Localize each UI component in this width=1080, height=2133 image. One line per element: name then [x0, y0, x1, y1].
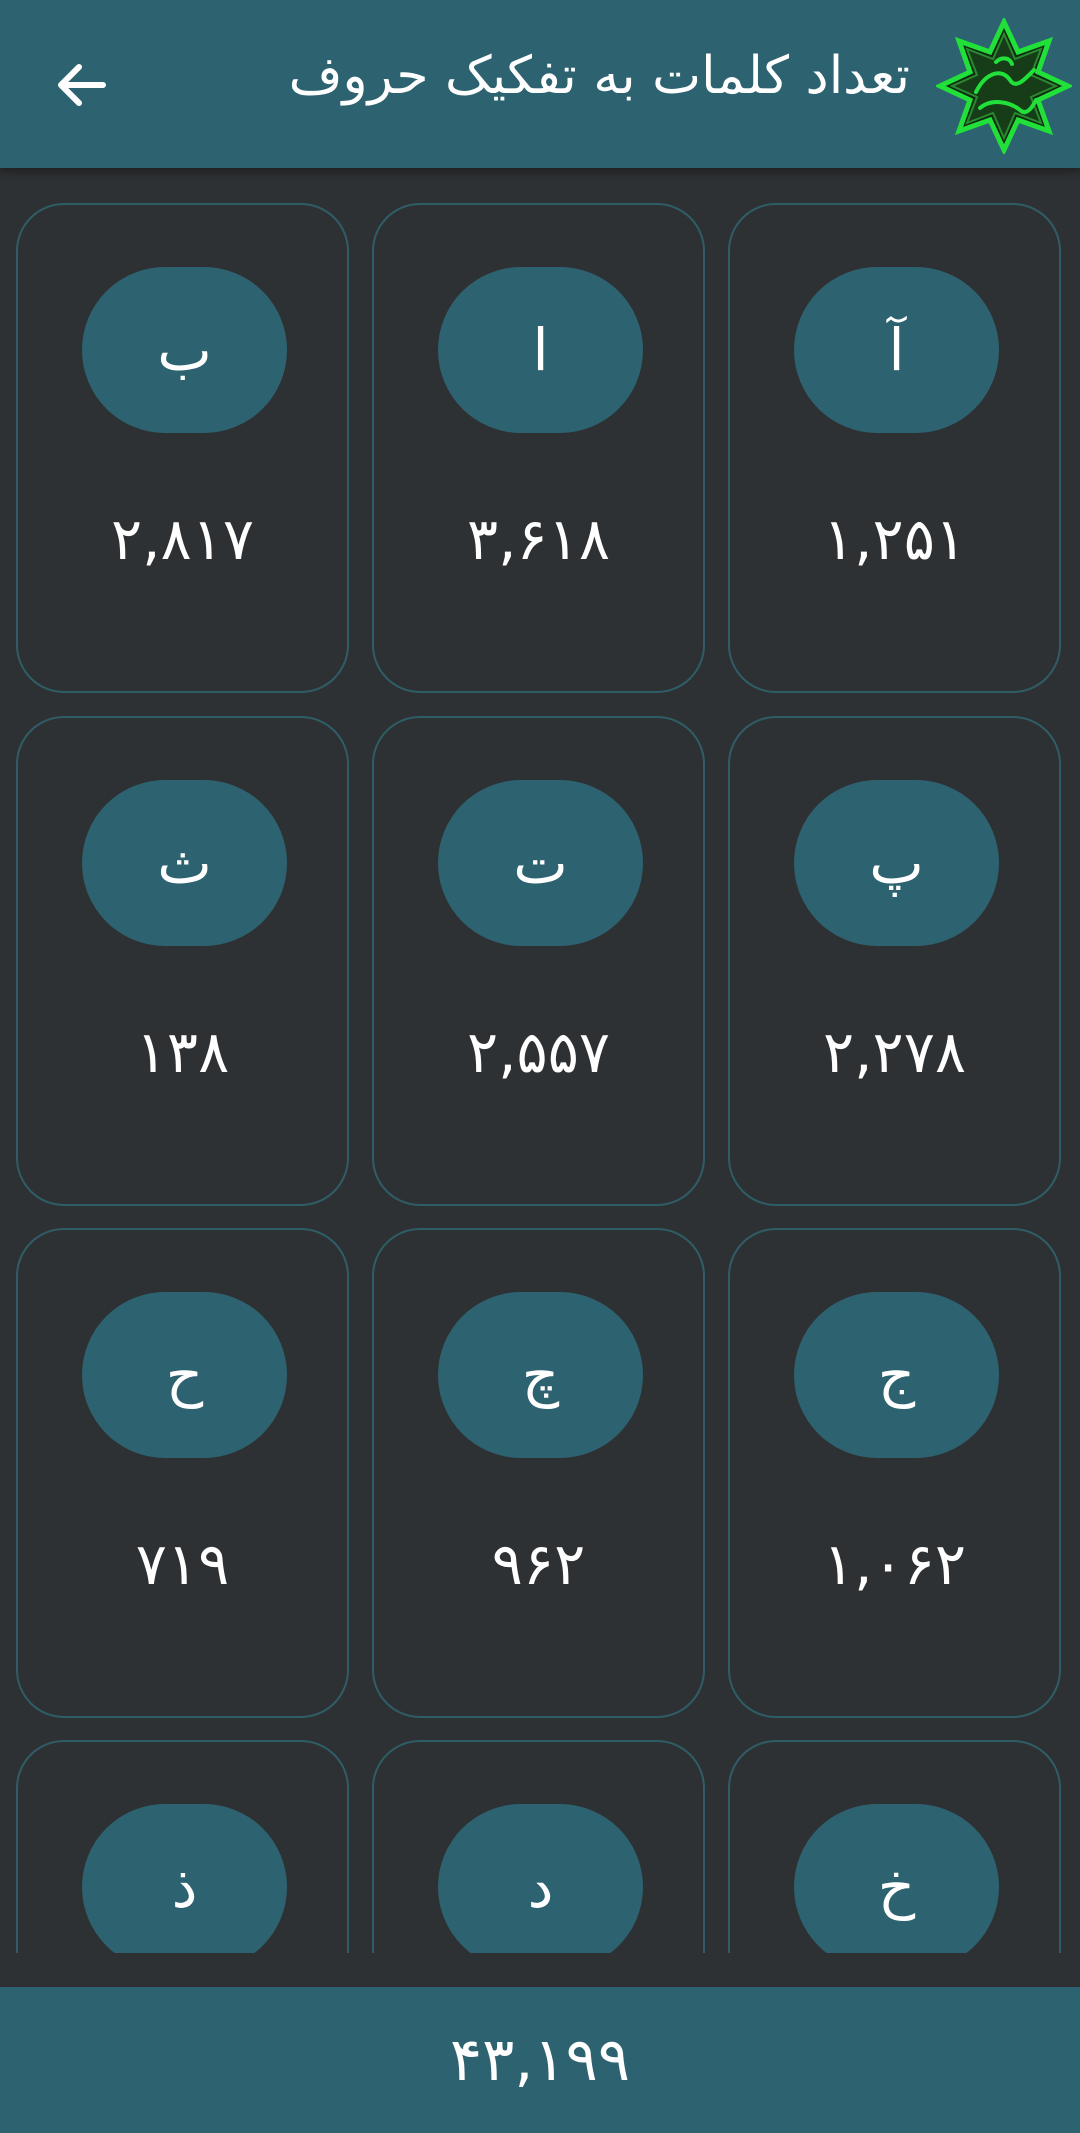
- letter-pill: خ: [794, 1804, 999, 1953]
- letter-pill: ث: [82, 780, 287, 946]
- page-title: تعداد کلمات به تفکیک حروف: [288, 46, 910, 106]
- arrow-left-icon: [58, 64, 106, 106]
- word-count: ۱,۰۶۲: [822, 1530, 967, 1598]
- letter-pill: ا: [438, 267, 643, 433]
- letter-card[interactable]: خ: [728, 1740, 1061, 1953]
- letter-card[interactable]: د: [372, 1740, 705, 1953]
- letter-card[interactable]: ث ۱۳۸: [16, 716, 349, 1206]
- letter-pill: ج: [794, 1292, 999, 1458]
- letter-card[interactable]: ت ۲,۵۵۷: [372, 716, 705, 1206]
- word-count: ۲,۲۷۸: [822, 1018, 967, 1086]
- letter-pill: پ: [794, 780, 999, 946]
- letter-pill: د: [438, 1804, 643, 1953]
- letter-card[interactable]: چ ۹۶۲: [372, 1228, 705, 1718]
- word-count: ۲,۸۱۷: [110, 505, 255, 573]
- total-bar: ۴۳,۱۹۹: [0, 1987, 1080, 2133]
- letter-card[interactable]: ح ۷۱۹: [16, 1228, 349, 1718]
- letter-card[interactable]: ذ: [16, 1740, 349, 1953]
- word-count: ۷۱۹: [135, 1530, 230, 1598]
- word-count: ۱۳۸: [135, 1018, 230, 1086]
- app-bar: تعداد کلمات به تفکیک حروف: [0, 0, 1080, 168]
- letter-pill: ت: [438, 780, 643, 946]
- letter-card[interactable]: ب ۲,۸۱۷: [16, 203, 349, 693]
- letter-pill: آ: [794, 267, 999, 433]
- word-count: ۳,۶۱۸: [466, 505, 611, 573]
- letter-pill: ب: [82, 267, 287, 433]
- word-count: ۹۶۲: [491, 1530, 586, 1598]
- letter-pill: چ: [438, 1292, 643, 1458]
- letter-pill: ح: [82, 1292, 287, 1458]
- word-count: ۱,۲۵۱: [822, 505, 967, 573]
- letter-card[interactable]: پ ۲,۲۷۸: [728, 716, 1061, 1206]
- letters-grid-viewport[interactable]: آ ۱,۲۵۱ ا ۳,۶۱۸ ب ۲,۸۱۷ پ ۲,۲۷۸ ت ۲,۵۵۷ …: [0, 168, 1080, 1953]
- total-count: ۴۳,۱۹۹: [449, 2025, 631, 2095]
- word-count: ۲,۵۵۷: [466, 1018, 611, 1086]
- app-logo: [936, 18, 1072, 154]
- letter-card[interactable]: آ ۱,۲۵۱: [728, 203, 1061, 693]
- screen: تعداد کلمات به تفکیک حروف آ ۱,۲۵۱ ا ۳,۶۱…: [0, 0, 1080, 2133]
- back-button[interactable]: [40, 44, 122, 126]
- letter-card[interactable]: ج ۱,۰۶۲: [728, 1228, 1061, 1718]
- letter-pill: ذ: [82, 1804, 287, 1953]
- letter-card[interactable]: ا ۳,۶۱۸: [372, 203, 705, 693]
